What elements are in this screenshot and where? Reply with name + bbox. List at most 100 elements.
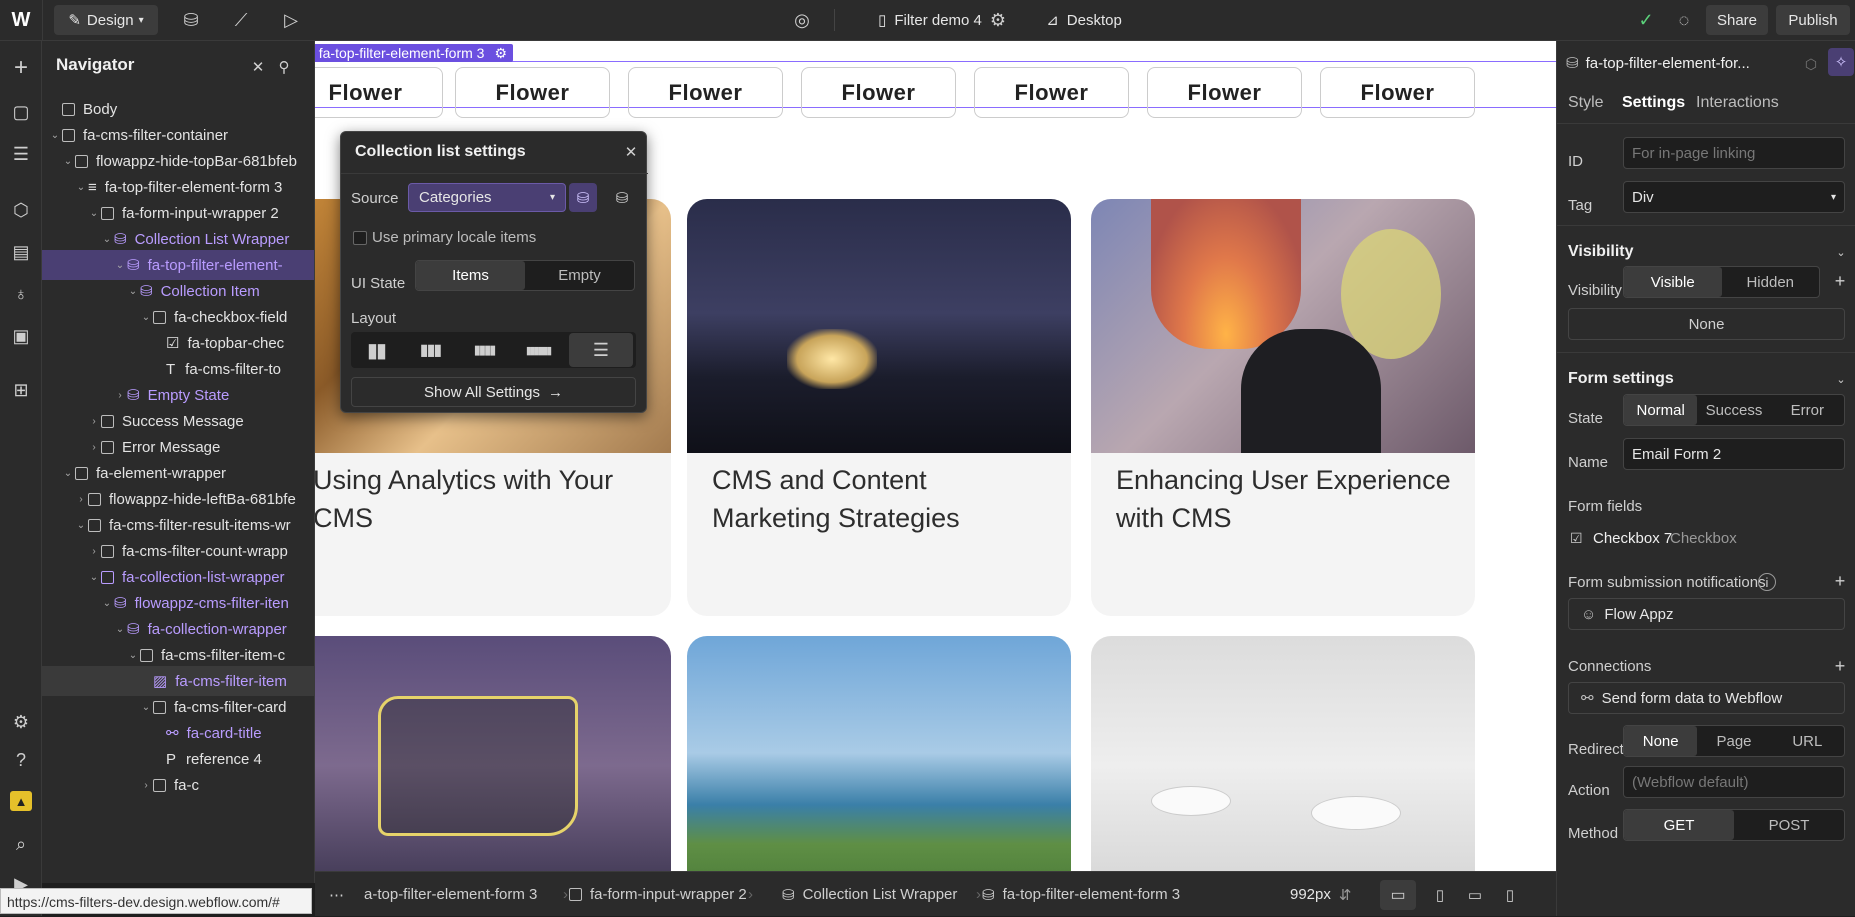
breadcrumb-item[interactable]: fa-form-input-wrapper 2 [569,872,747,917]
redirect-toggle[interactable]: None Page URL [1623,725,1845,757]
warning-icon[interactable]: ▲ [10,791,32,811]
state-normal-option[interactable]: Normal [1624,395,1698,425]
caret-down-icon[interactable]: ⌄ [61,468,75,479]
webflow-logo-icon[interactable]: W [8,8,34,32]
pages-icon[interactable]: ▢ [8,99,34,125]
caret-down-icon[interactable]: ⌄ [61,156,75,167]
caret-down-icon[interactable]: ⌄ [139,312,153,323]
ui-state-toggle[interactable]: Items Empty [415,260,635,291]
ai-assistant-sparkle-icon[interactable]: ✧ [1828,48,1854,76]
cms-collections-icon[interactable]: ▤ [8,239,34,265]
caret-right-icon[interactable]: › [87,416,101,427]
add-connection-plus-icon[interactable]: + [1830,656,1850,676]
close-icon[interactable]: ✕ [621,142,641,162]
page-settings-gear-icon[interactable]: ⚙ [985,8,1011,32]
layout-6-columns-icon[interactable]: ▮▮▮▮▮▮ [517,335,559,365]
caret-down-icon[interactable]: ⌄ [126,286,140,297]
tab-interactions[interactable]: Interactions [1696,94,1779,112]
caret-down-icon[interactable]: ⌄ [113,624,127,635]
comments-icon[interactable]: ◌ [1671,8,1697,32]
caret-down-icon[interactable]: ⌄ [113,260,127,271]
caret-right-icon[interactable]: › [139,780,153,791]
primary-locale-checkbox[interactable] [353,231,367,245]
add-condition-plus-icon[interactable]: + [1830,271,1850,291]
component-icon[interactable]: ⬡ [1800,53,1822,75]
redirect-page-option[interactable]: Page [1697,726,1770,756]
method-toggle[interactable]: GET POST [1623,809,1845,841]
search-icon[interactable]: ⌕ [8,831,34,857]
filter-button[interactable]: Flower [1147,67,1302,118]
cms-database-icon[interactable]: ⛁ [178,8,204,32]
filter-button[interactable]: Flower [315,67,443,118]
visibility-section-title[interactable]: Visibility [1568,243,1634,261]
form-state-toggle[interactable]: Normal Success Error [1623,394,1845,426]
source-select[interactable]: Categories ▾ [408,183,566,212]
design-mode-button[interactable]: ✎ Design ▾ [54,5,158,35]
connect-collection-icon[interactable]: ⛁ [569,183,597,212]
analyze-chart-icon[interactable]: ⟋ [228,8,254,32]
share-button[interactable]: Share [1706,5,1768,35]
filter-button[interactable]: Flower [1320,67,1475,118]
layout-3-columns-icon[interactable]: ▮▮▮ [409,335,451,365]
send-form-data-connection[interactable]: ⚯ Send form data to Webflow [1568,682,1845,714]
more-ellipsis-icon[interactable]: ⋯ [329,872,344,917]
chevron-down-icon[interactable]: ⌄ [1833,370,1849,388]
redirect-url-option[interactable]: URL [1771,726,1844,756]
breakpoint-selector[interactable]: ⊿ Desktop [1028,5,1140,35]
breadcrumb-item[interactable]: a-top-filter-element-form 3 [364,872,537,917]
caret-down-icon[interactable]: ⌄ [87,572,101,583]
filter-button[interactable]: Flower [974,67,1129,118]
id-input[interactable]: For in-page linking [1623,137,1845,169]
blog-card[interactable]: Enhancing User Experience with CMS [1091,199,1475,616]
visibility-toggle[interactable]: Visible Hidden [1623,266,1820,298]
collapse-all-icon[interactable]: ✕ [248,57,268,77]
settings-gear-icon[interactable]: ⚙ [8,709,34,735]
method-get-option[interactable]: GET [1624,810,1734,840]
state-success-option[interactable]: Success [1697,395,1770,425]
caret-right-icon[interactable]: › [87,442,101,453]
caret-down-icon[interactable]: ⌄ [139,702,153,713]
assets-image-icon[interactable]: ▣ [8,323,34,349]
show-all-settings-button[interactable]: Show All Settings → [351,377,636,407]
visibility-visible-option[interactable]: Visible [1624,267,1722,297]
tablet-breakpoint-icon[interactable]: ▯ [1425,880,1455,910]
globe-icon[interactable]: ◎ [789,8,815,32]
page-selector[interactable]: ▯ Filter demo 4 [860,5,1000,35]
state-error-option[interactable]: Error [1771,395,1844,425]
desktop-breakpoint-icon[interactable]: ▭ [1380,880,1416,910]
collection-settings-icon[interactable]: ⛁ [609,185,635,211]
breadcrumb-item[interactable]: ⛁ fa-top-filter-element-form 3 [982,872,1180,917]
chevron-down-icon[interactable]: ⌄ [1833,243,1849,261]
nav-item[interactable]: › fa-c [42,770,314,800]
ui-state-items-option[interactable]: Items [416,261,525,290]
filter-button[interactable]: Flower [628,67,783,118]
form-settings-title[interactable]: Form settings [1568,370,1674,388]
caret-down-icon[interactable]: ⌄ [87,208,101,219]
navigator-icon[interactable]: ☰ [8,141,34,167]
method-post-option[interactable]: POST [1734,810,1844,840]
filter-button[interactable]: Flower [801,67,956,118]
layout-list-rows-icon[interactable]: ☰ [569,333,633,367]
caret-down-icon[interactable]: ⌄ [100,598,114,609]
caret-right-icon[interactable]: › [74,494,88,505]
add-notification-plus-icon[interactable]: + [1830,571,1850,591]
action-input[interactable]: (Webflow default) [1623,766,1845,798]
publish-button[interactable]: Publish [1776,5,1850,35]
layout-2-columns-icon[interactable]: ▮▮ [355,335,397,365]
form-field-name[interactable]: Checkbox 7 [1593,530,1672,547]
tab-settings[interactable]: Settings [1622,94,1685,112]
breadcrumb-item[interactable]: ⛁ Collection List Wrapper [782,872,957,917]
caret-down-icon[interactable]: ⌄ [74,520,88,531]
visibility-conditions[interactable]: None [1568,308,1845,340]
info-icon[interactable]: i [1758,573,1776,591]
caret-right-icon[interactable]: › [87,546,101,557]
blog-card[interactable]: CMS and Content Marketing Strategies [687,199,1071,616]
filter-button[interactable]: Flower [455,67,610,118]
caret-right-icon[interactable]: › [113,390,127,401]
notification-recipient[interactable]: ☺ Flow Appz [1568,598,1845,630]
apps-grid-icon[interactable]: ⊞ [8,377,34,403]
mobile-portrait-breakpoint-icon[interactable]: ▯ [1495,880,1525,910]
canvas-width-readout[interactable]: 992px ⇵ [1290,872,1351,917]
preview-play-icon[interactable]: ▷ [278,8,304,32]
element-settings-gear-icon[interactable]: ⚙ [494,45,507,62]
